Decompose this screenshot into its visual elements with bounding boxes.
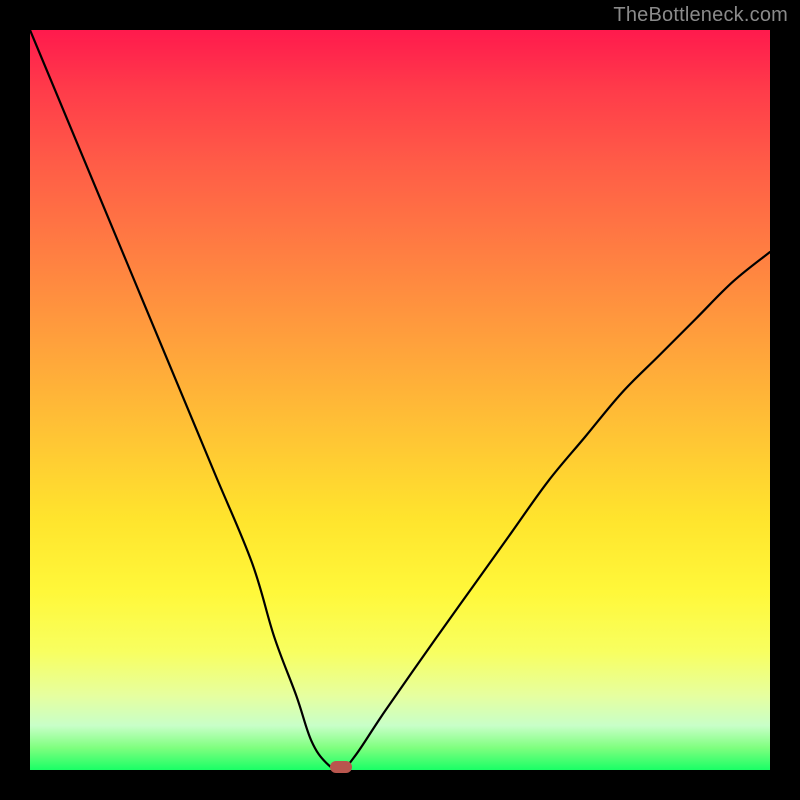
plot-area xyxy=(30,30,770,770)
watermark-text: TheBottleneck.com xyxy=(613,4,788,27)
bottleneck-curve xyxy=(30,30,770,770)
optimal-marker xyxy=(330,761,352,773)
chart-frame: TheBottleneck.com xyxy=(0,0,800,800)
